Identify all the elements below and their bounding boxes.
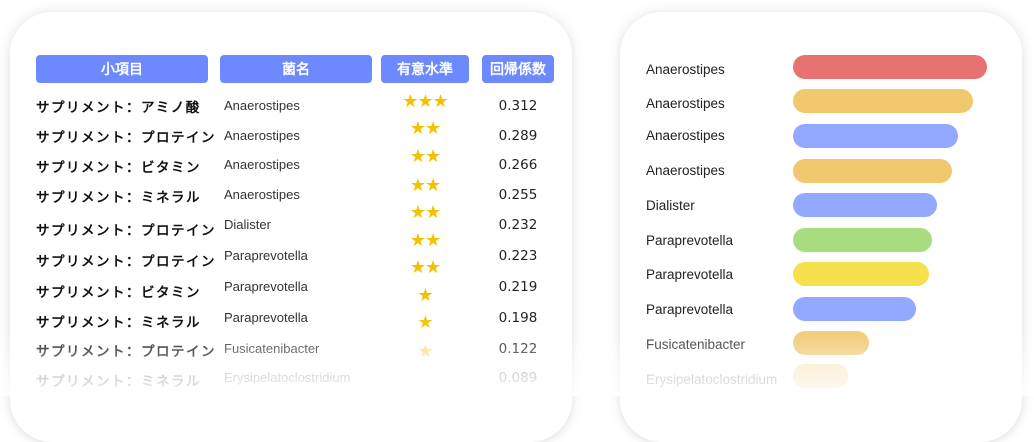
row-coefficient: 0.255 xyxy=(498,187,538,203)
significance-stars: ★★★ xyxy=(402,91,448,112)
bar-label: Anaerostipes xyxy=(646,163,725,178)
significance-stars: ★★ xyxy=(409,146,441,167)
row-genus: Anaerostipes xyxy=(224,187,300,202)
row-coefficient: 0.089 xyxy=(498,370,538,386)
bar-label: Erysipelatoclostridium xyxy=(646,372,778,387)
bar xyxy=(793,159,952,183)
row-subitem: サプリメント：プロテイン xyxy=(36,254,216,270)
bar-label: Anaerostipes xyxy=(646,96,725,111)
bar xyxy=(793,124,958,148)
row-genus: Paraprevotella xyxy=(224,248,308,263)
significance-stars: ★★ xyxy=(409,202,441,223)
row-coefficient: 0.122 xyxy=(498,341,538,357)
row-genus: Dialister xyxy=(224,217,271,232)
row-genus: Anaerostipes xyxy=(224,157,300,172)
row-subitem: サプリメント：ミネラル xyxy=(36,315,201,331)
bar-label: Paraprevotella xyxy=(646,267,734,282)
significance-stars: ★★ xyxy=(409,230,441,251)
row-genus: Anaerostipes xyxy=(224,128,300,143)
header-subitem: 小項目 xyxy=(36,55,208,83)
row-coefficient: 0.312 xyxy=(498,98,538,114)
significance-stars: ★ xyxy=(417,312,433,333)
row-subitem: サプリメント：ミネラル xyxy=(36,190,201,206)
bar xyxy=(793,364,848,388)
row-subitem: サプリメント：ビタミン xyxy=(36,160,201,176)
significance-stars: ★★ xyxy=(409,175,441,196)
bar-label: Paraprevotella xyxy=(646,302,734,317)
row-genus: Paraprevotella xyxy=(224,279,308,294)
row-coefficient: 0.219 xyxy=(498,279,538,295)
bar xyxy=(793,297,916,321)
bar xyxy=(793,89,973,113)
significance-stars: ★ xyxy=(417,285,433,306)
bar-label: Anaerostipes xyxy=(646,128,725,143)
significance-stars: ★★ xyxy=(409,118,441,139)
row-coefficient: 0.223 xyxy=(498,248,538,264)
bar xyxy=(793,55,987,79)
row-subitem: サプリメント：プロテイン xyxy=(36,130,216,146)
row-coefficient: 0.232 xyxy=(498,217,538,233)
row-genus: Erysipelatoclostridium xyxy=(224,370,351,385)
row-coefficient: 0.198 xyxy=(498,310,538,326)
bar xyxy=(793,331,869,355)
row-coefficient: 0.289 xyxy=(498,128,538,144)
bar xyxy=(793,228,932,252)
bar-label: Dialister xyxy=(646,198,695,213)
row-subitem: サプリメント：ミネラル xyxy=(36,374,201,390)
header-significance: 有意水準 xyxy=(381,55,469,83)
header-genus: 菌名 xyxy=(220,55,372,83)
row-subitem: サプリメント：アミノ酸 xyxy=(36,100,201,116)
row-genus: Paraprevotella xyxy=(224,310,308,325)
bar-label: Anaerostipes xyxy=(646,62,725,77)
bar-label: Fusicatenibacter xyxy=(646,337,746,352)
row-subitem: サプリメント：プロテイン xyxy=(36,344,216,360)
row-subitem: サプリメント：ビタミン xyxy=(36,285,201,301)
row-coefficient: 0.266 xyxy=(498,157,538,173)
row-genus: Anaerostipes xyxy=(224,98,300,113)
header-coefficient: 回帰係数 xyxy=(482,55,554,83)
significance-stars: ★ xyxy=(417,341,433,362)
row-genus: Fusicatenibacter xyxy=(224,341,320,356)
bar xyxy=(793,262,929,286)
significance-stars: ★★ xyxy=(409,257,441,278)
bar xyxy=(793,193,937,217)
bar-label: Paraprevotella xyxy=(646,233,734,248)
row-subitem: サプリメント：プロテイン xyxy=(36,223,216,239)
